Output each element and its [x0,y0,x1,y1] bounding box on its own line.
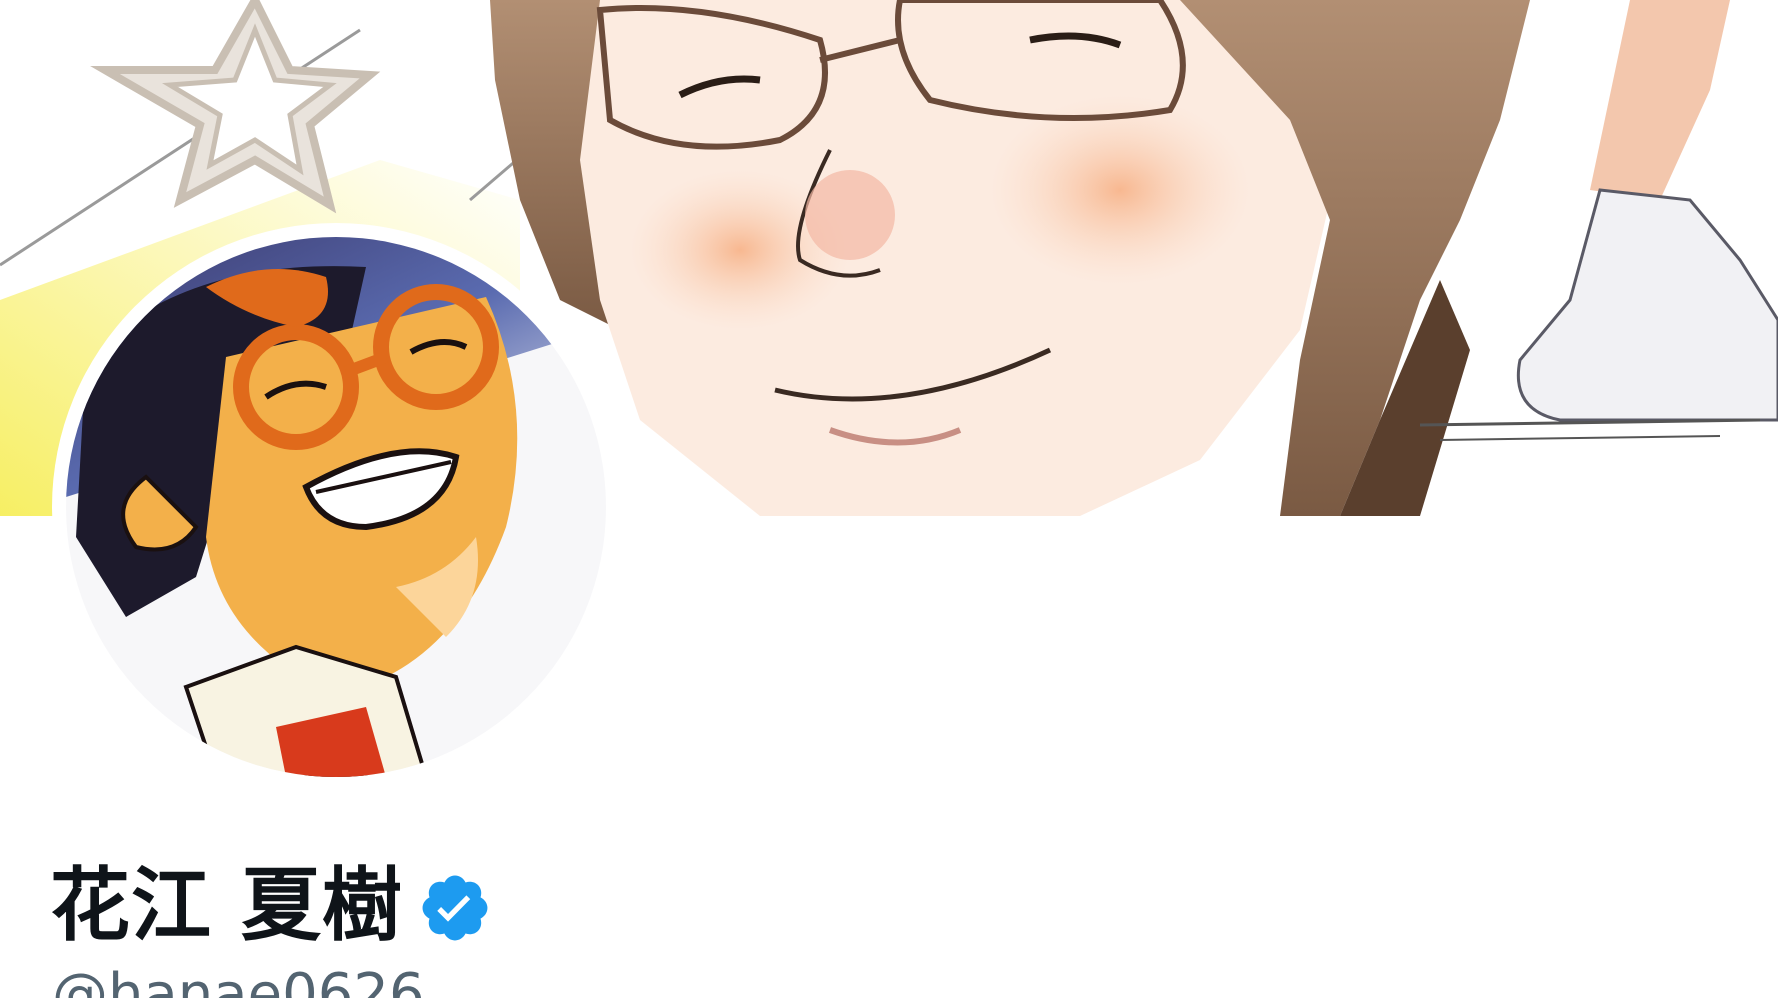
profile-page: 花江 夏樹 @hanae0626 [0,0,1778,998]
profile-name-row: 花江 夏樹 [50,858,493,954]
verified-badge-icon[interactable] [417,870,493,946]
profile-handle: @hanae0626 [52,962,425,998]
avatar-illustration-icon [66,237,606,777]
profile-avatar[interactable] [52,223,620,791]
profile-display-name: 花江 夏樹 [50,859,403,952]
